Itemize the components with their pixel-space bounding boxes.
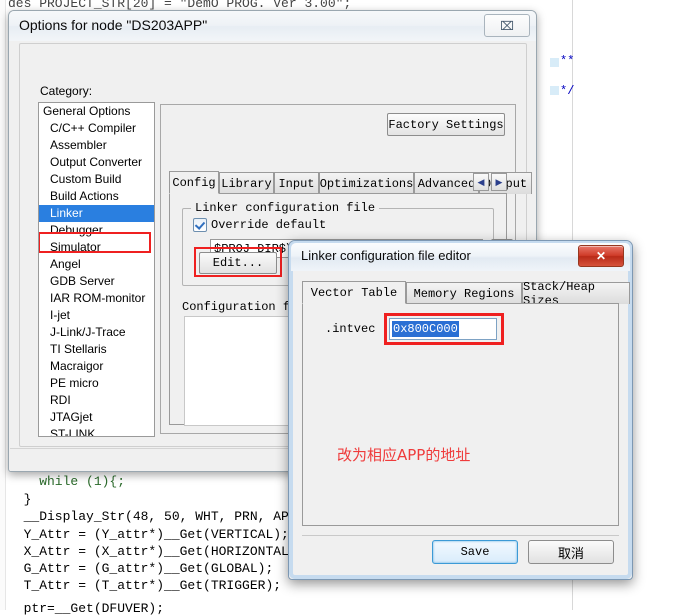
linker-tab[interactable]: Config xyxy=(169,171,219,194)
category-list[interactable]: General Options C/C++ Compiler Assembler Ou… xyxy=(38,102,155,437)
category-item[interactable]: Output Converter xyxy=(39,154,154,171)
code-line: } xyxy=(8,492,32,507)
category-item[interactable]: GDB Server xyxy=(39,273,154,290)
category-item[interactable]: C/C++ Compiler xyxy=(39,120,154,137)
cancel-button[interactable]: 取消 xyxy=(528,540,614,564)
code-line: X_Attr = (X_attr*)__Get(HORIZONTAL); xyxy=(8,544,305,559)
code-comment-fragment: ** xyxy=(560,54,575,68)
category-item[interactable]: Assembler xyxy=(39,137,154,154)
code-line: __Display_Str(48, 50, WHT, PRN, APP_V xyxy=(8,509,313,524)
lce-tab[interactable]: Stack/Heap Sizes xyxy=(522,280,630,308)
override-default-label: Override default xyxy=(211,218,327,232)
tab-scroll-next-icon[interactable]: ▶ xyxy=(491,173,507,191)
footer-divider xyxy=(302,535,619,536)
linker-tab[interactable]: Advanced xyxy=(414,172,479,194)
editor-gutter xyxy=(0,0,6,610)
options-dialog-titlebar[interactable]: Options for node "DS203APP" ⌧ xyxy=(9,11,536,41)
override-default-row[interactable]: Override default xyxy=(193,218,326,232)
category-item[interactable]: General Options xyxy=(39,103,154,120)
category-item[interactable]: Linker xyxy=(39,205,154,222)
category-item[interactable]: J-Link/J-Trace xyxy=(39,324,154,341)
category-item[interactable]: Simulator xyxy=(39,239,154,256)
linker-tab[interactable]: Optimizations xyxy=(319,172,414,194)
close-icon[interactable]: ✕ xyxy=(578,245,624,267)
category-item[interactable]: PE micro xyxy=(39,375,154,392)
category-item[interactable]: Custom Build xyxy=(39,171,154,188)
group-title: Linker configuration file xyxy=(191,201,380,215)
code-line: G_Attr = (G_attr*)__Get(GLOBAL); xyxy=(8,561,274,576)
lce-tab[interactable]: Vector Table xyxy=(302,281,406,304)
lce-titlebar[interactable]: Linker configuration file editor ✕ xyxy=(291,243,630,271)
linker-tab[interactable]: Input xyxy=(274,172,319,194)
options-dialog-title: Options for node "DS203APP" xyxy=(19,17,208,33)
category-item[interactable]: Macraigor xyxy=(39,358,154,375)
vector-table-tab-page: .intvec 0x800C000 改为相应APP的地址 xyxy=(302,303,619,526)
category-item[interactable]: I-jet xyxy=(39,307,154,324)
intvec-label: .intvec xyxy=(325,322,376,336)
code-line: while (1){; xyxy=(8,474,126,489)
intvec-address-input[interactable]: 0x800C000 xyxy=(389,318,497,340)
linker-tabstrip: ConfigLibraryInputOptimizationsAdvancedO… xyxy=(169,171,532,194)
category-item[interactable]: IAR ROM-monitor xyxy=(39,290,154,307)
linker-tab[interactable]: Library xyxy=(219,172,274,194)
category-item[interactable]: TI Stellaris xyxy=(39,341,154,358)
category-item[interactable]: ST-LINK xyxy=(39,426,154,436)
code-fold-marker xyxy=(550,86,559,95)
factory-settings-button[interactable]: Factory Settings xyxy=(387,113,505,136)
linker-config-editor-dialog: Linker configuration file editor ✕ Vecto… xyxy=(288,240,633,580)
override-default-checkbox[interactable] xyxy=(193,218,207,232)
lce-dialog-body: Vector Table Memory Regions Stack/Heap Siz… xyxy=(296,273,630,572)
lce-tabstrip: Vector Table Memory Regions Stack/Heap Siz… xyxy=(302,280,630,308)
code-comment-fragment: */ xyxy=(560,84,575,98)
close-icon[interactable]: ⌧ xyxy=(484,14,530,37)
lce-button-bar: Save 取消 xyxy=(296,540,618,566)
category-item[interactable]: JTAGjet xyxy=(39,409,154,426)
tab-scroll-prev-icon[interactable]: ◀ xyxy=(473,173,489,191)
category-item[interactable]: Debugger xyxy=(39,222,154,239)
category-item[interactable]: RDI xyxy=(39,392,154,409)
lce-dialog-title: Linker configuration file editor xyxy=(301,248,471,263)
category-item[interactable]: Angel xyxy=(39,256,154,273)
save-button[interactable]: Save xyxy=(432,540,518,564)
code-fold-marker xyxy=(550,58,559,67)
annotation-text: 改为相应APP的地址 xyxy=(337,446,471,464)
category-label: Category: xyxy=(40,84,93,98)
intvec-address-value: 0x800C000 xyxy=(392,321,459,337)
code-line: ptr=__Get(DFUVER); xyxy=(8,601,165,616)
category-item[interactable]: Build Actions xyxy=(39,188,154,205)
code-line: Y_Attr = (Y_attr*)__Get(VERTICAL); xyxy=(8,527,289,542)
edit-button[interactable]: Edit... xyxy=(199,252,277,274)
code-line: T_Attr = (T_attr*)__Get(TRIGGER); xyxy=(8,578,282,593)
lce-tab[interactable]: Memory Regions xyxy=(406,282,522,304)
